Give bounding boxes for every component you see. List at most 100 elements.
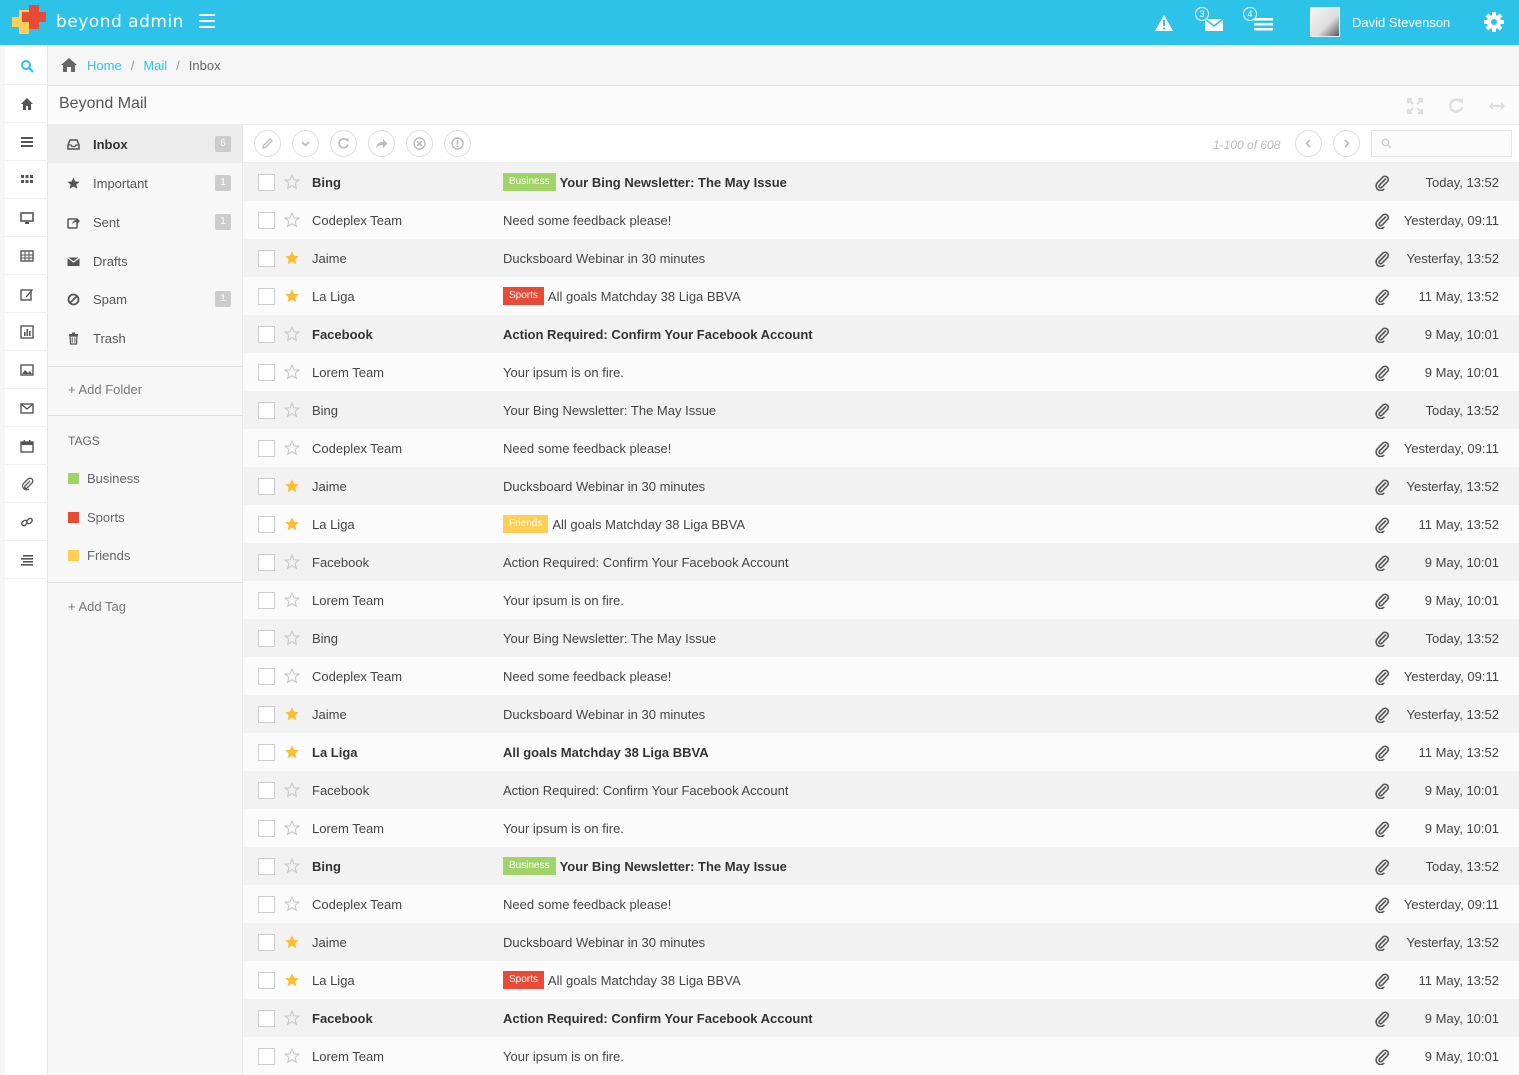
forward-button[interactable] xyxy=(368,130,395,157)
mail-row[interactable]: La Liga Sports All goals Matchday 38 Liga … xyxy=(243,277,1519,315)
mail-select-checkbox[interactable] xyxy=(258,592,275,609)
mail-row[interactable]: Facebook Action Required: Confirm Your Fa… xyxy=(243,315,1519,353)
mail-select-checkbox[interactable] xyxy=(258,554,275,571)
user-menu[interactable]: David Stevenson xyxy=(1310,7,1450,37)
star-outline-icon[interactable] xyxy=(283,325,301,342)
sidebar-item-tables[interactable] xyxy=(5,237,48,275)
collapse-width-button[interactable] xyxy=(1487,96,1507,116)
refresh-button[interactable] xyxy=(1446,96,1466,116)
star-filled-icon[interactable] xyxy=(284,706,300,722)
refresh-mail-button[interactable] xyxy=(330,130,357,157)
mail-row[interactable]: La Liga Friends All goals Matchday 38 Liga… xyxy=(243,505,1519,543)
star-outline-icon[interactable] xyxy=(283,895,301,912)
star-outline-icon[interactable] xyxy=(283,173,301,190)
sidebar-item-charts[interactable] xyxy=(5,313,48,351)
sidebar-search[interactable] xyxy=(5,47,48,85)
sidebar-item-layouts[interactable] xyxy=(5,123,48,161)
mail-row[interactable]: Codeplex Team Need some feedback please! Y… xyxy=(243,657,1519,695)
mail-row[interactable]: Facebook Action Required: Confirm Your Fa… xyxy=(243,543,1519,581)
mail-row[interactable]: Codeplex Team Need some feedback please! Y… xyxy=(243,885,1519,923)
app-logo[interactable]: beyond admin xyxy=(12,5,184,37)
menu-toggle-button[interactable] xyxy=(199,14,215,28)
mail-search-input[interactable] xyxy=(1398,136,1508,151)
mail-row[interactable]: Jaime Ducksboard Webinar in 30 minutes Yes… xyxy=(243,239,1519,277)
mail-row[interactable]: Bing Your Bing Newsletter: The May Issue T… xyxy=(243,619,1519,657)
mail-row[interactable]: Bing Business Your Bing Newsletter: The Ma… xyxy=(243,163,1519,201)
star-outline-icon[interactable] xyxy=(283,401,301,418)
folder-trash[interactable]: Trash xyxy=(48,319,242,357)
select-dropdown-button[interactable] xyxy=(292,130,319,157)
mail-row[interactable]: Lorem Team Your ipsum is on fire. 9 May, 1… xyxy=(243,581,1519,619)
tag-business[interactable]: Business xyxy=(68,470,140,486)
star-filled-icon[interactable] xyxy=(284,250,300,266)
star-filled-icon[interactable] xyxy=(284,972,300,988)
star-outline-icon[interactable] xyxy=(283,439,301,456)
sidebar-item-dashboard[interactable] xyxy=(5,85,48,123)
compose-button[interactable] xyxy=(254,130,281,157)
mail-select-checkbox[interactable] xyxy=(258,250,275,267)
messages-button[interactable]: 3 xyxy=(1190,6,1230,40)
mail-select-checkbox[interactable] xyxy=(258,896,275,913)
mail-select-checkbox[interactable] xyxy=(258,706,275,723)
sidebar-item-attachments[interactable] xyxy=(5,465,48,503)
sidebar-item-links[interactable] xyxy=(5,503,48,541)
add-folder-link[interactable]: + Add Folder xyxy=(68,382,142,397)
mail-select-checkbox[interactable] xyxy=(258,478,275,495)
folder-spam[interactable]: Spam 1 xyxy=(48,280,242,318)
sidebar-item-gallery[interactable] xyxy=(5,351,48,389)
mail-select-checkbox[interactable] xyxy=(258,782,275,799)
star-outline-icon[interactable] xyxy=(283,819,301,836)
mail-row[interactable]: Bing Business Your Bing Newsletter: The Ma… xyxy=(243,847,1519,885)
mail-row[interactable]: Lorem Team Your ipsum is on fire. 9 May, 1… xyxy=(243,809,1519,847)
mail-select-checkbox[interactable] xyxy=(258,858,275,875)
settings-button[interactable] xyxy=(1483,11,1505,33)
star-outline-icon[interactable] xyxy=(283,591,301,608)
mail-row[interactable]: Jaime Ducksboard Webinar in 30 minutes Yes… xyxy=(243,923,1519,961)
star-outline-icon[interactable] xyxy=(283,553,301,570)
mail-select-checkbox[interactable] xyxy=(258,744,275,761)
fullscreen-button[interactable] xyxy=(1405,96,1425,116)
mail-row[interactable]: Lorem Team Your ipsum is on fire. 9 May, 1… xyxy=(243,353,1519,391)
mail-select-checkbox[interactable] xyxy=(258,402,275,419)
mail-row[interactable]: La Liga All goals Matchday 38 Liga BBVA 11… xyxy=(243,733,1519,771)
breadcrumb-home-link[interactable]: Home xyxy=(87,58,122,73)
breadcrumb-mail-link[interactable]: Mail xyxy=(143,58,167,73)
sidebar-item-calendar[interactable] xyxy=(5,427,48,465)
mail-row[interactable]: Bing Your Bing Newsletter: The May Issue T… xyxy=(243,391,1519,429)
add-tag-link[interactable]: + Add Tag xyxy=(68,599,126,614)
delete-button[interactable] xyxy=(406,130,433,157)
tasks-button[interactable]: 4 xyxy=(1240,6,1280,40)
star-outline-icon[interactable] xyxy=(283,857,301,874)
mark-important-button[interactable] xyxy=(444,130,471,157)
sidebar-item-mail[interactable] xyxy=(5,389,48,427)
folder-important[interactable]: Important 1 xyxy=(48,164,242,202)
mail-row[interactable]: Codeplex Team Need some feedback please! Y… xyxy=(243,201,1519,239)
star-filled-icon[interactable] xyxy=(284,744,300,760)
mail-row[interactable]: Jaime Ducksboard Webinar in 30 minutes Yes… xyxy=(243,695,1519,733)
mail-select-checkbox[interactable] xyxy=(258,972,275,989)
star-outline-icon[interactable] xyxy=(283,363,301,380)
mail-select-checkbox[interactable] xyxy=(258,212,275,229)
sidebar-item-widgets[interactable] xyxy=(5,199,48,237)
star-filled-icon[interactable] xyxy=(284,478,300,494)
mail-select-checkbox[interactable] xyxy=(258,288,275,305)
mail-select-checkbox[interactable] xyxy=(258,1010,275,1027)
mail-select-checkbox[interactable] xyxy=(258,174,275,191)
mail-select-checkbox[interactable] xyxy=(258,1048,275,1065)
star-outline-icon[interactable] xyxy=(283,667,301,684)
folder-sent[interactable]: Sent 1 xyxy=(48,203,242,241)
mail-select-checkbox[interactable] xyxy=(258,934,275,951)
mail-select-checkbox[interactable] xyxy=(258,440,275,457)
star-outline-icon[interactable] xyxy=(283,781,301,798)
tag-sports[interactable]: Sports xyxy=(68,509,125,525)
next-page-button[interactable] xyxy=(1333,130,1360,157)
mail-row[interactable]: Codeplex Team Need some feedback please! Y… xyxy=(243,429,1519,467)
star-outline-icon[interactable] xyxy=(283,629,301,646)
mail-row[interactable]: Facebook Action Required: Confirm Your Fa… xyxy=(243,771,1519,809)
mail-select-checkbox[interactable] xyxy=(258,516,275,533)
mail-row[interactable]: La Liga Sports All goals Matchday 38 Liga … xyxy=(243,961,1519,999)
folder-inbox[interactable]: Inbox 6 xyxy=(48,125,242,163)
alert-button[interactable] xyxy=(1144,6,1184,40)
star-outline-icon[interactable] xyxy=(283,1047,301,1064)
sidebar-item-forms[interactable] xyxy=(5,275,48,313)
